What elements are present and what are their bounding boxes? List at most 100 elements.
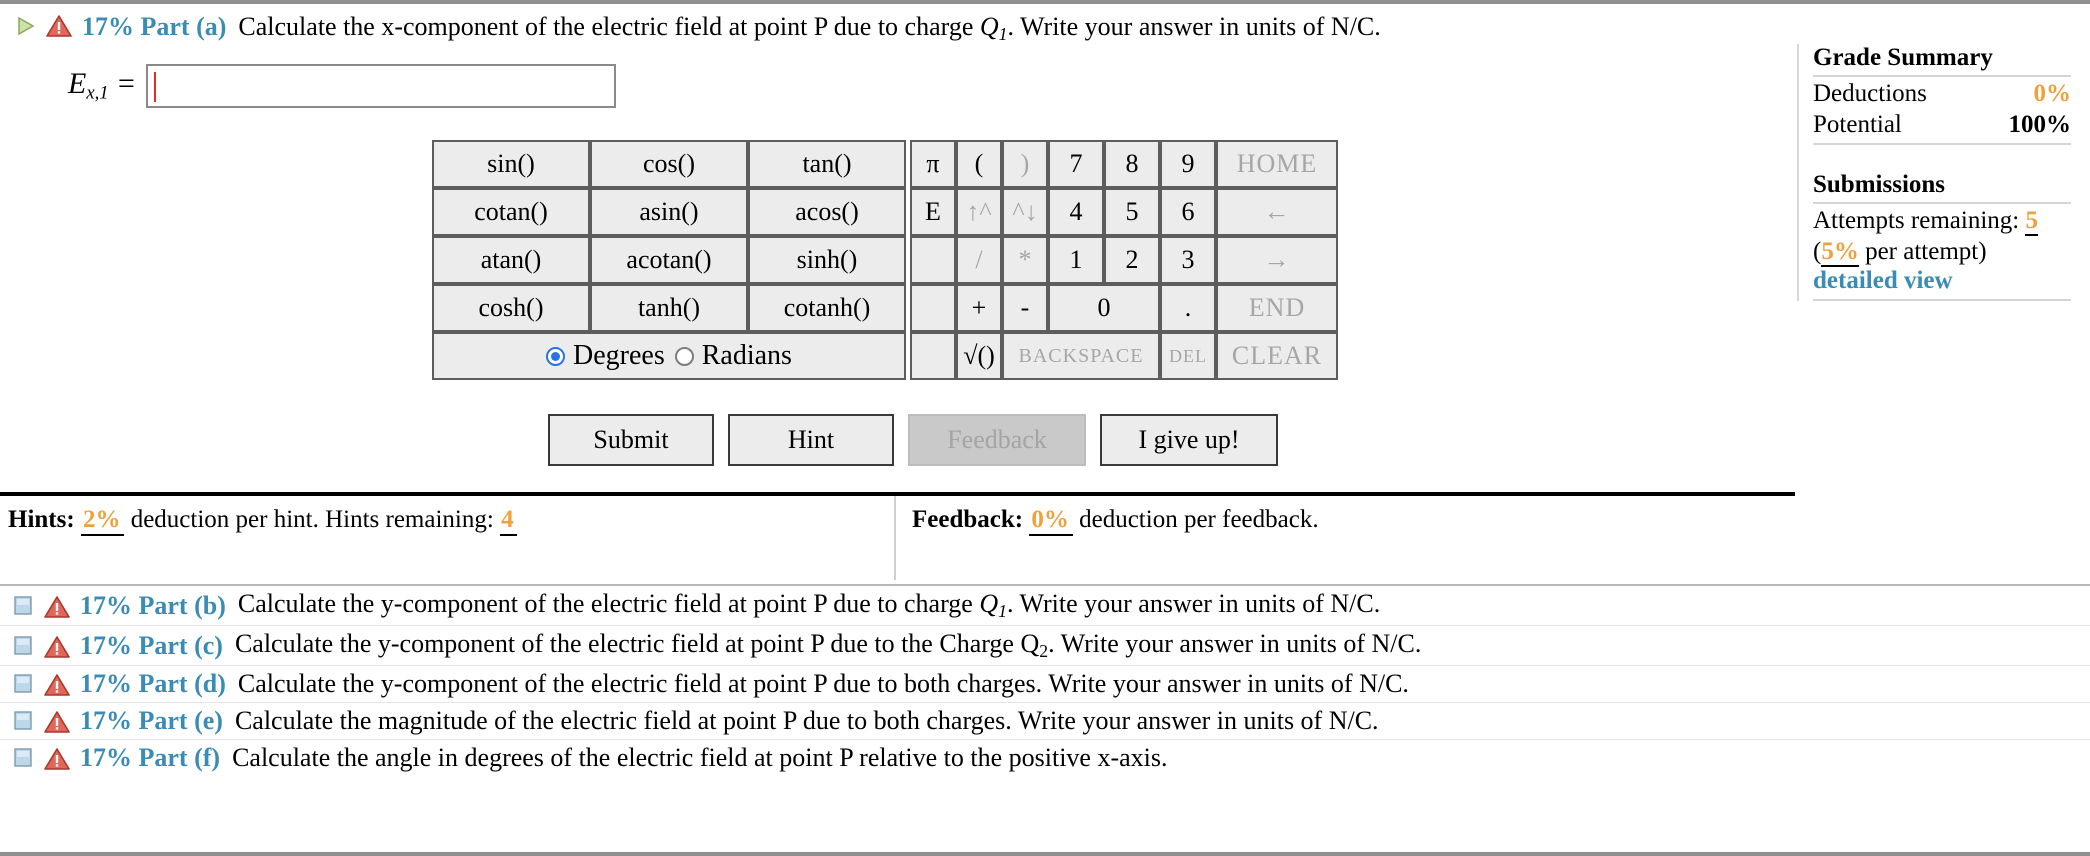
part-b-charge-sub: 1: [998, 601, 1007, 622]
calc-key-tan[interactable]: tan(): [748, 140, 906, 189]
calc-key-subscript: ^↓: [1002, 188, 1048, 237]
calc-key-cotan[interactable]: cotan(): [432, 188, 590, 237]
attempts-line: Attempts remaining: 5: [1813, 206, 2081, 237]
active-part-text-after: . Write your answer in units of N/C.: [1007, 12, 1381, 41]
other-parts-list: 17% Part (b) Calculate the y-component o…: [0, 584, 2090, 776]
calc-key-9[interactable]: 9: [1160, 140, 1216, 189]
calc-key-5[interactable]: 5: [1104, 188, 1160, 237]
calc-key-acotan[interactable]: acotan(): [590, 236, 748, 285]
part-c-text-after: . Write your answer in units of N/C.: [1048, 629, 1422, 659]
part-row-d[interactable]: 17% Part (d) Calculate the y-component o…: [0, 666, 2090, 704]
part-c-text-before: Calculate the y-component of the electri…: [234, 629, 1021, 659]
calc-fn-row: cosh() tanh() cotanh(): [432, 284, 906, 333]
part-row-b[interactable]: 17% Part (b) Calculate the y-component o…: [0, 586, 2090, 627]
calc-angle-mode-row: Degrees Radians: [432, 332, 906, 381]
calc-key-e[interactable]: E: [910, 188, 956, 237]
part-row-c[interactable]: 17% Part (c) Calculate the y-component o…: [0, 626, 2090, 667]
radio-degrees[interactable]: Degrees: [546, 340, 665, 372]
calc-key-0[interactable]: 0: [1048, 284, 1160, 333]
hint-button[interactable]: Hint: [728, 414, 894, 467]
answer-input[interactable]: [146, 64, 617, 109]
radio-radians-dot[interactable]: [674, 346, 694, 366]
part-c-charge-sub: 2: [1039, 641, 1049, 662]
part-f-text: Calculate the angle in degrees of the el…: [232, 743, 1168, 773]
warning-triangle-icon: [44, 673, 70, 697]
page-root: 17% Part (a) Calculate the x-component o…: [0, 4, 2090, 581]
part-c-label: 17% Part (c): [80, 630, 223, 660]
square-icon[interactable]: [12, 748, 34, 768]
answer-label-main: E: [68, 67, 87, 101]
calc-key-superscript: ↑^: [956, 188, 1002, 237]
part-c-text: Calculate the y-component of the electri…: [235, 629, 1421, 662]
calc-key-8[interactable]: 8: [1104, 140, 1160, 189]
calc-key-decimal[interactable]: .: [1160, 284, 1216, 333]
calc-key-4[interactable]: 4: [1048, 188, 1104, 237]
calc-key-6[interactable]: 6: [1160, 188, 1216, 237]
active-part-text-before: Calculate the x-component of the electri…: [238, 12, 980, 41]
submissions-title: Submissions: [1813, 171, 1946, 198]
active-part-label: 17% Part (a): [82, 12, 227, 41]
calc-key-empty-2: [910, 284, 956, 333]
calc-keypad-row: / * 1 2 3 →: [910, 236, 1338, 285]
radio-degrees-label: Degrees: [573, 340, 665, 372]
calc-key-sinh[interactable]: sinh(): [748, 236, 906, 285]
calc-key-2[interactable]: 2: [1104, 236, 1160, 285]
warning-triangle-icon: [46, 14, 72, 38]
deductions-value: 0%: [2033, 80, 2072, 107]
angle-mode-cell: Degrees Radians: [432, 332, 906, 381]
calc-key-cosh[interactable]: cosh(): [432, 284, 590, 333]
radio-radians-label: Radians: [701, 340, 792, 372]
submit-button[interactable]: Submit: [548, 414, 714, 467]
per-attempt-line: (5% per attempt): [1813, 237, 2081, 268]
hints-text: deduction per hint. Hints remaining:: [130, 506, 494, 534]
square-icon[interactable]: [12, 596, 34, 616]
part-row-f[interactable]: 17% Part (f) Calculate the angle in degr…: [0, 740, 2090, 776]
bottom-divider: [0, 852, 2090, 856]
calc-keypad-row: √() BACKSPACE DEL CLEAR: [910, 332, 1338, 381]
detailed-view-link[interactable]: detailed view: [1813, 267, 1953, 294]
calc-key-asin[interactable]: asin(): [590, 188, 748, 237]
calc-key-3[interactable]: 3: [1160, 236, 1216, 285]
calc-key-home: HOME: [1216, 140, 1338, 189]
calc-key-lparen[interactable]: (: [956, 140, 1002, 189]
calc-key-cotanh[interactable]: cotanh(): [748, 284, 906, 333]
charge-subscript: 1: [998, 23, 1008, 44]
square-icon[interactable]: [12, 711, 34, 731]
radio-degrees-dot[interactable]: [546, 346, 566, 366]
square-icon[interactable]: [12, 635, 34, 656]
calc-key-sqrt[interactable]: √(): [956, 332, 1002, 381]
calc-key-pi[interactable]: π: [910, 140, 956, 189]
calc-key-tanh[interactable]: tanh(): [590, 284, 748, 333]
charge-symbol: Q: [979, 12, 999, 41]
calc-key-sin[interactable]: sin(): [432, 140, 590, 189]
calc-key-acos[interactable]: acos(): [748, 188, 906, 237]
per-attempt-pct: 5%: [1821, 237, 1859, 267]
active-part-text: Calculate the x-component of the electri…: [238, 12, 1380, 44]
square-icon[interactable]: [12, 674, 34, 694]
hints-title: Hints:: [8, 506, 75, 534]
calc-key-arrow-left: ←: [1216, 188, 1338, 237]
calc-fn-row: sin() cos() tan(): [432, 140, 906, 189]
answer-row: Ex,1 =: [68, 64, 1795, 109]
grade-summary-divider-1: [1813, 75, 2071, 77]
triangle-right-icon[interactable]: [14, 15, 36, 37]
calc-key-cos[interactable]: cos(): [590, 140, 748, 189]
radio-radians[interactable]: Radians: [674, 340, 792, 372]
angle-mode-group: Degrees Radians: [438, 340, 900, 372]
calc-key-1[interactable]: 1: [1048, 236, 1104, 285]
warning-triangle-icon: [44, 747, 70, 771]
submissions-divider: [1813, 202, 2071, 204]
per-attempt-text: per attempt): [1858, 237, 1987, 265]
calc-key-atan[interactable]: atan(): [432, 236, 590, 285]
part-row-e[interactable]: 17% Part (e) Calculate the magnitude of …: [0, 703, 2090, 741]
calc-fn-row: atan() acotan() sinh(): [432, 236, 906, 285]
feedback-button: Feedback: [908, 414, 1086, 467]
calc-key-7[interactable]: 7: [1048, 140, 1104, 189]
give-up-button[interactable]: I give up!: [1100, 414, 1278, 467]
hints-cell: Hints: 2% deduction per hint. Hints rema…: [0, 496, 896, 581]
calc-key-minus[interactable]: -: [1002, 284, 1048, 333]
text-caret: [154, 72, 157, 103]
feedback-cell: Feedback: 0% deduction per feedback.: [896, 496, 1795, 580]
calc-keypad-row: π ( ) 7 8 9 HOME: [910, 140, 1338, 189]
calc-key-plus[interactable]: +: [956, 284, 1002, 333]
